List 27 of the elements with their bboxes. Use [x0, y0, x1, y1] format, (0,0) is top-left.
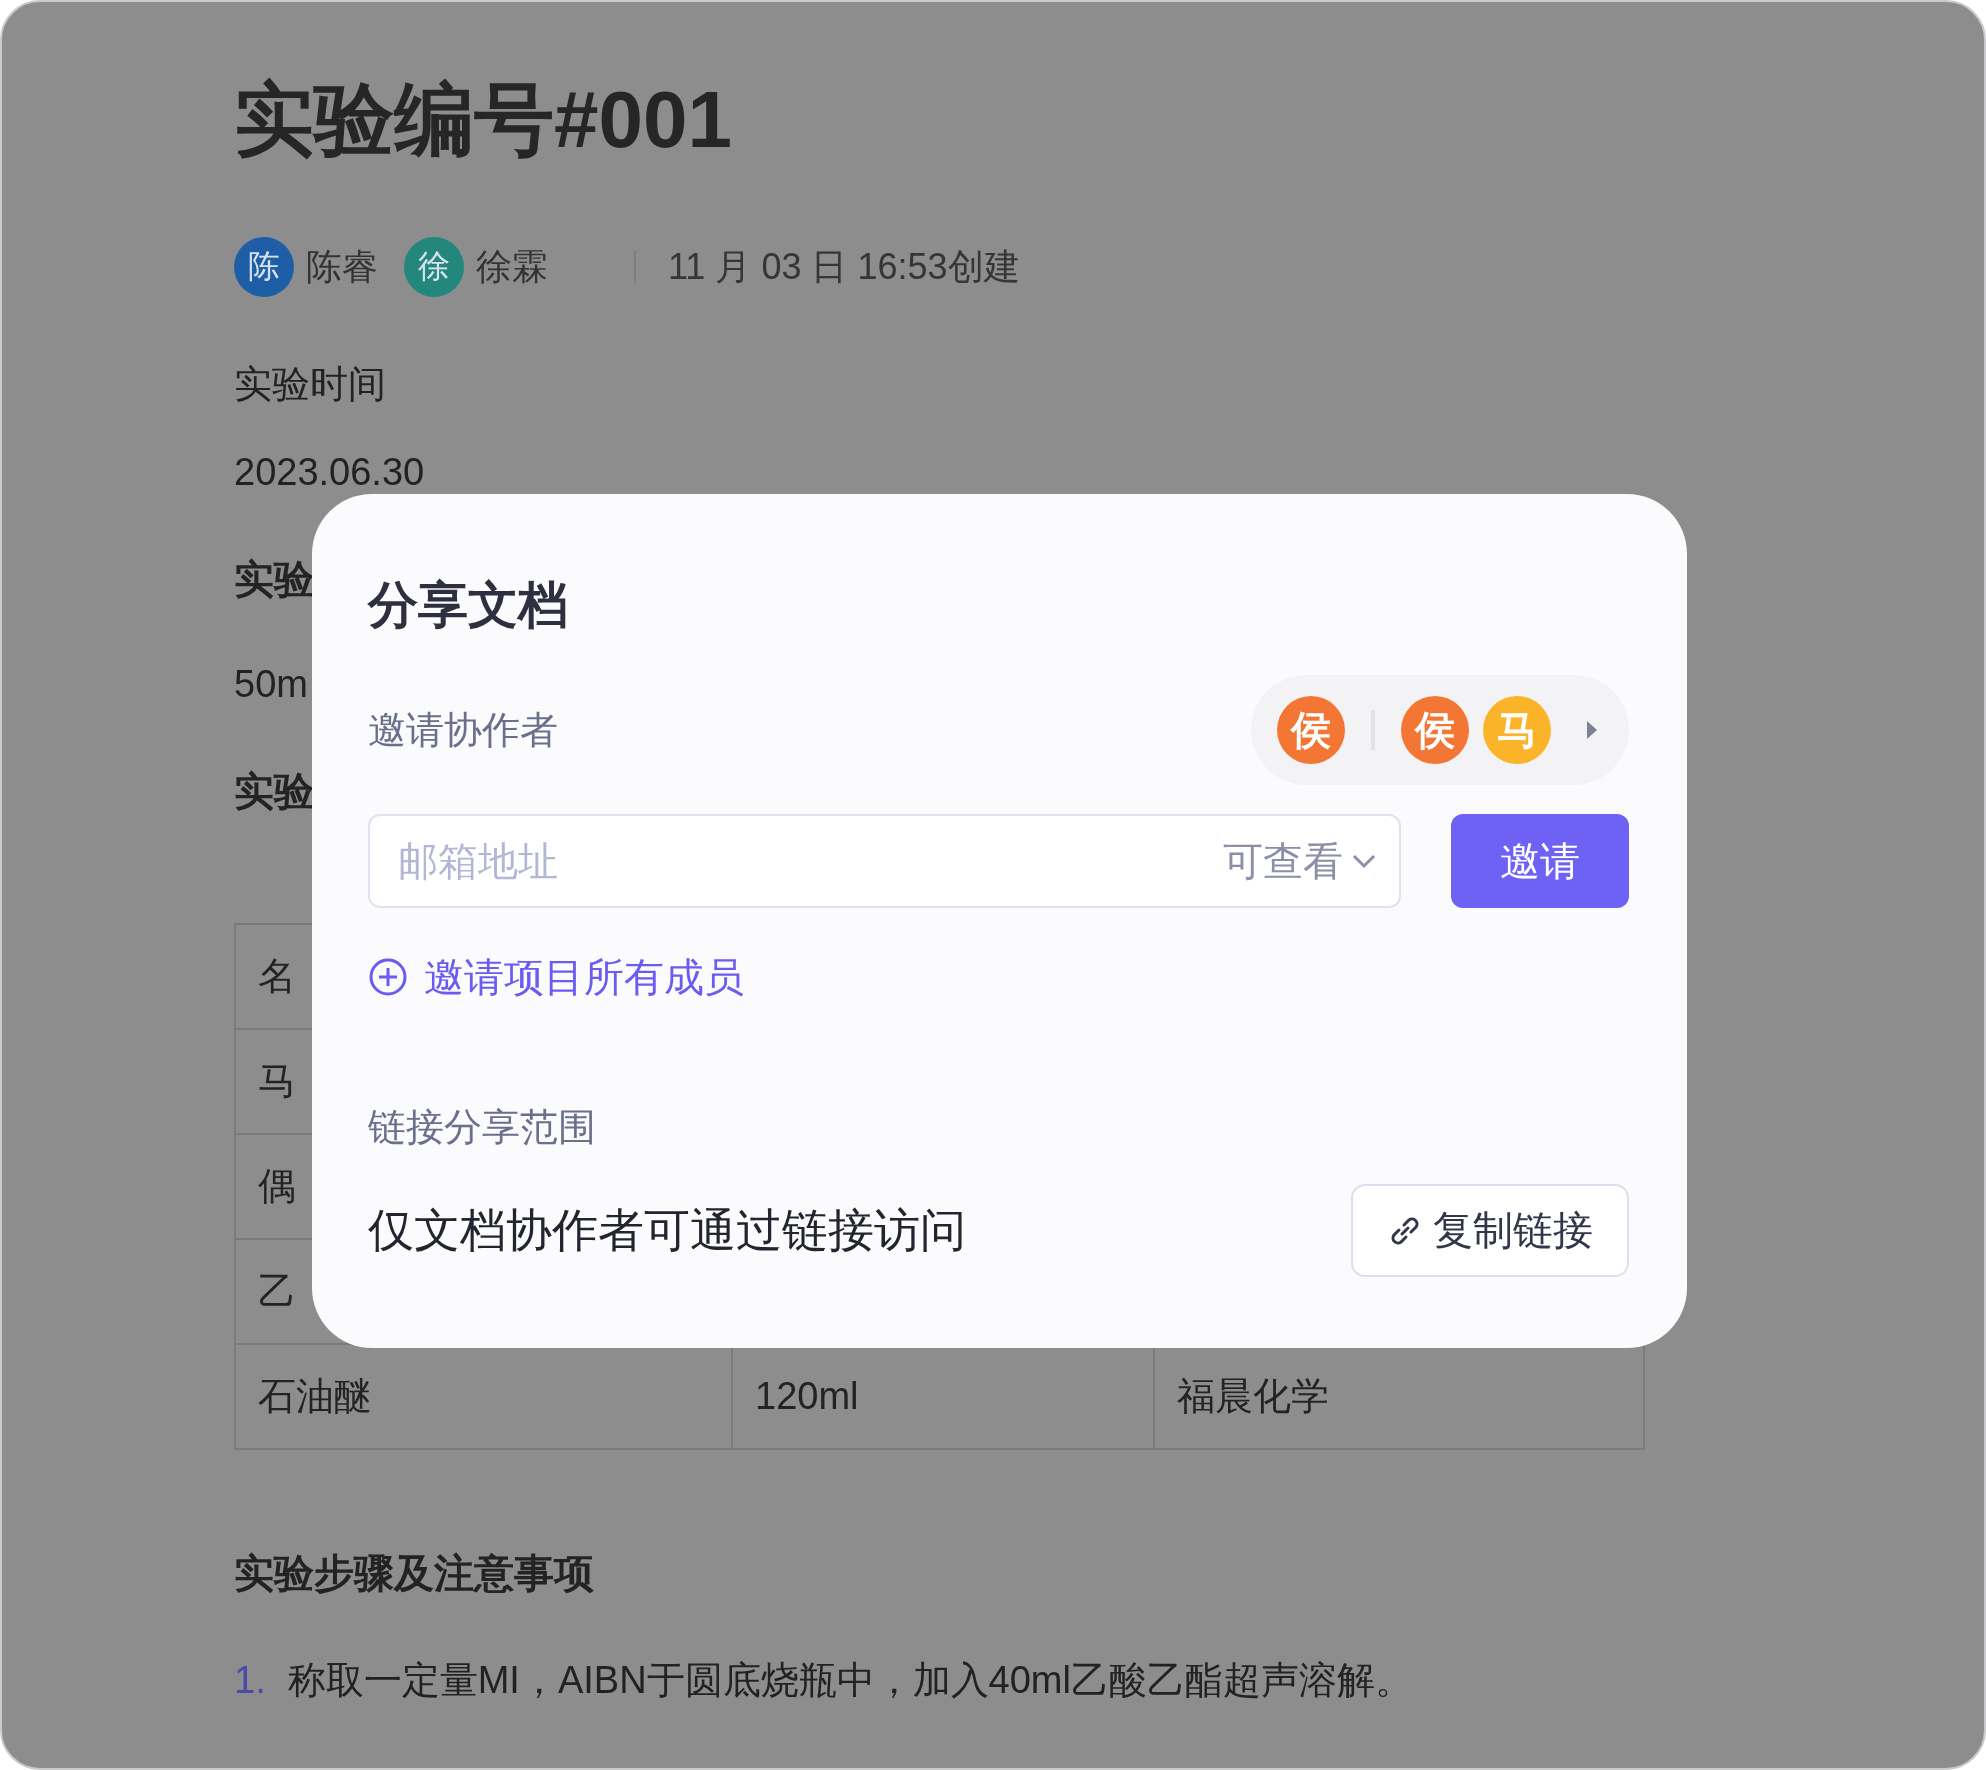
email-field[interactable]: 邮箱地址 可查看 [368, 814, 1401, 908]
invite-label: 邀请协作者 [368, 707, 558, 753]
plus-circle-icon [368, 957, 408, 997]
owner-avatar: 侯 [1277, 696, 1345, 764]
section-heading: 实验步骤及注意事项 [234, 1550, 594, 1597]
document-title: 实验编号#001 [234, 74, 732, 166]
body-text: 实验时间 [234, 362, 386, 407]
author-avatar: 陈 [234, 237, 294, 297]
list-number: 1. [234, 1658, 266, 1703]
body-text: 50m [234, 662, 308, 707]
list-text: 称取一定量MI，AIBN于圆底烧瓶中，加入40ml乙酸乙酯超声溶解。 [287, 1658, 1413, 1703]
chevron-down-icon [1351, 853, 1377, 869]
dialog-title: 分享文档 [368, 576, 568, 635]
author-name: 徐霖 [476, 244, 548, 289]
expand-arrow-icon[interactable] [1585, 719, 1599, 741]
collaborator-avatar: 马 [1483, 696, 1551, 764]
collaborator-avatar: 侯 [1401, 696, 1469, 764]
permission-dropdown[interactable]: 可查看 [1223, 833, 1377, 889]
author-avatar: 徐 [404, 237, 464, 297]
collaborator-list[interactable]: 侯 侯 马 [1251, 675, 1629, 785]
copy-link-button[interactable]: 复制链接 [1351, 1184, 1629, 1277]
invite-button[interactable]: 邀请 [1451, 814, 1629, 908]
author-name: 陈睿 [306, 244, 378, 289]
created-time: 11 月 03 日 16:53创建 [668, 244, 1020, 289]
section-heading: 实验 [234, 556, 314, 603]
body-text: 2023.06.30 [234, 450, 425, 495]
section-heading: 实验 [234, 768, 314, 815]
